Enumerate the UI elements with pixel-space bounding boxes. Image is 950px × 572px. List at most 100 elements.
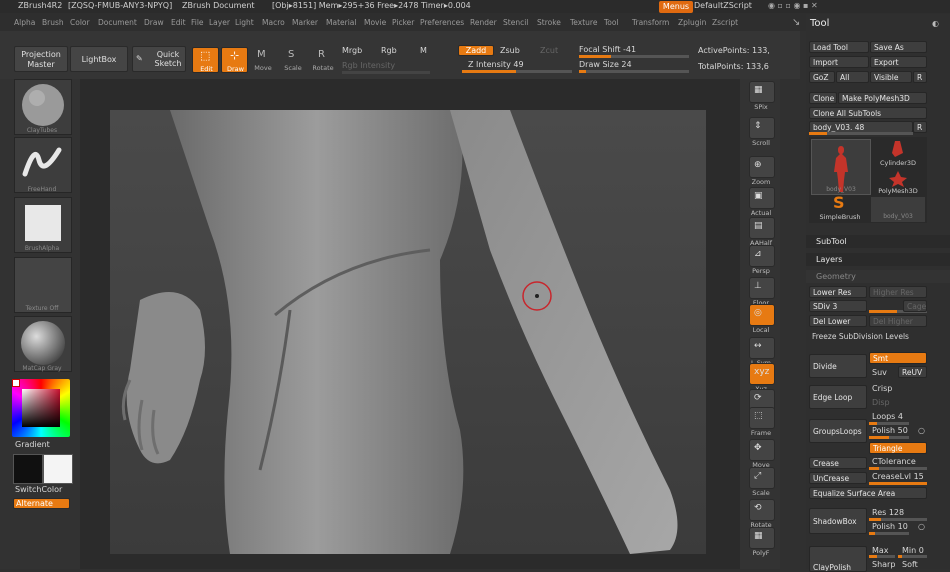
menu-item-edit[interactable]: Edit [171, 18, 186, 27]
loops-slider[interactable]: Loops 4 [872, 412, 903, 421]
tool-r-button[interactable]: R [913, 121, 927, 133]
freeze-subdivision-levels[interactable]: Freeze SubDivision Levels [812, 332, 909, 341]
min-slider-track[interactable] [898, 555, 927, 558]
reuv-button[interactable]: ReUV [898, 366, 927, 378]
crisp-toggle[interactable]: Crisp [872, 384, 892, 393]
shadowbox-res-slider[interactable]: Res 128 [872, 508, 904, 517]
menu-item-stencil[interactable]: Stencil [503, 18, 528, 27]
visible-button[interactable]: Visible [870, 71, 912, 83]
menu-item-light[interactable]: Light [235, 18, 254, 27]
shelf-local-button[interactable]: ◎ [749, 304, 775, 326]
goz-button[interactable]: GoZ [809, 71, 835, 83]
tool-thumb-body[interactable]: body_V03 [811, 139, 871, 195]
smt-toggle[interactable]: Smt [869, 352, 927, 364]
scale-button[interactable]: S Scale [282, 47, 304, 73]
gradient-label[interactable]: Gradient [15, 440, 50, 449]
canvas-viewport[interactable] [110, 110, 706, 554]
clone-button[interactable]: Clone [809, 92, 837, 104]
menu-item-tool[interactable]: Tool [604, 18, 619, 27]
primary-color-swatch[interactable] [13, 454, 43, 484]
menu-item-file[interactable]: File [191, 18, 204, 27]
export-button[interactable]: Export [870, 56, 927, 68]
crease-button[interactable]: Crease [809, 457, 867, 469]
uncrease-button[interactable]: UnCrease [809, 472, 867, 484]
window-controls-icon[interactable]: ◉ ▫ ▫ ◉ ▪ ✕ [768, 1, 818, 10]
shelf-xyz-button[interactable]: xyz [749, 363, 775, 385]
sharp-slider[interactable]: Sharp [872, 560, 895, 569]
shadowbox-res-slider-track[interactable] [869, 518, 927, 521]
tool-thumb-body2[interactable]: body_V03 [871, 197, 925, 222]
del-higher-button[interactable]: Del Higher [869, 315, 927, 327]
tool-thumb-cylinder[interactable]: Cylinder3D [871, 139, 925, 169]
stroke-selector[interactable] [14, 137, 72, 193]
claypolish-button[interactable]: ClayPolish [809, 546, 867, 572]
divide-button[interactable]: Divide [809, 354, 867, 378]
clone-all-subtools-button[interactable]: Clone All SubTools [809, 107, 927, 119]
menu-item-render[interactable]: Render [470, 18, 497, 27]
shadowbox-polish-toggle-icon[interactable]: ○ [918, 522, 925, 531]
lightbox-button[interactable]: LightBox [70, 46, 128, 72]
equalize-surface-area-button[interactable]: Equalize Surface Area [809, 487, 927, 499]
shadowbox-polish-slider[interactable]: Polish 10 [872, 522, 908, 531]
alternate-button[interactable]: Alternate [13, 498, 70, 509]
cage-button[interactable]: Cage [903, 300, 927, 312]
secondary-color-swatch[interactable] [43, 454, 73, 484]
geometry-section[interactable]: Geometry [806, 270, 950, 283]
shelf-l-sym-button[interactable]: ↔ [749, 337, 775, 359]
make-polymesh-button[interactable]: Make PolyMesh3D [838, 92, 927, 104]
edge-loop-button[interactable]: Edge Loop [809, 385, 867, 409]
shelf-persp-button[interactable]: ⊿ [749, 245, 775, 267]
shelf-move-button[interactable]: ✥ [749, 439, 775, 461]
polish-slider-track[interactable] [869, 436, 909, 439]
menu-item-macro[interactable]: Macro [262, 18, 285, 27]
menu-item-alpha[interactable]: Alpha [14, 18, 35, 27]
menu-item-marker[interactable]: Marker [292, 18, 318, 27]
triangle-toggle[interactable]: Triangle [869, 442, 927, 454]
shelf-zoom-button[interactable]: ⊕ [749, 156, 775, 178]
z-intensity-track[interactable] [462, 70, 572, 73]
material-selector[interactable] [14, 316, 72, 372]
draw-size-slider[interactable]: Draw Size 24 [579, 60, 632, 69]
projection-master-button[interactable]: Projection Master [14, 46, 68, 72]
creaselvl-slider[interactable]: CreaseLvl 15 [872, 472, 924, 481]
goz-r-button[interactable]: R [913, 71, 927, 83]
loops-slider-track[interactable] [869, 422, 909, 425]
pin-icon[interactable]: ↘ [792, 17, 800, 28]
menu-item-picker[interactable]: Picker [392, 18, 414, 27]
m-button[interactable]: M [420, 46, 427, 55]
menu-item-movie[interactable]: Movie [364, 18, 386, 27]
rgb-intensity-slider[interactable]: Rgb Intensity [342, 61, 395, 70]
import-button[interactable]: Import [809, 56, 869, 68]
max-slider[interactable]: Max [872, 546, 889, 555]
menu-item-texture[interactable]: Texture [570, 18, 597, 27]
polish-slider[interactable]: Polish 50 [872, 426, 908, 435]
tool-thumb-simplebrush[interactable]: S SimpleBrush [811, 193, 869, 222]
quick-sketch-button[interactable]: ✎ Quick Sketch [132, 46, 186, 72]
groupsloops-button[interactable]: GroupsLoops [809, 419, 867, 443]
shelf-scale-button[interactable]: ⤢ [749, 467, 775, 489]
shelf-scroll-button[interactable]: ⇕ [749, 117, 775, 139]
edit-button[interactable]: ⬚ Edit [192, 47, 219, 73]
shelf-frame-button[interactable]: ⬚ [749, 407, 775, 429]
rotate-button[interactable]: R Rotate [312, 47, 334, 73]
menu-item-document[interactable]: Document [98, 18, 137, 27]
zcut-button[interactable]: Zcut [540, 46, 558, 55]
shadowbox-polish-slider-track[interactable] [869, 532, 909, 535]
subtool-section[interactable]: SubTool [806, 235, 950, 248]
draw-button[interactable]: ⊹ Draw [221, 47, 248, 73]
z-intensity-slider[interactable]: Z Intensity 49 [468, 60, 524, 69]
zsub-button[interactable]: Zsub [500, 46, 520, 55]
min-slider[interactable]: Min 0 [902, 546, 924, 555]
focal-shift-slider[interactable]: Focal Shift -41 [579, 45, 636, 54]
zadd-button[interactable]: Zadd [458, 45, 494, 56]
shadowbox-button[interactable]: ShadowBox [809, 508, 867, 534]
menus-button[interactable]: Menus [659, 1, 693, 13]
menu-item-transform[interactable]: Transform [632, 18, 669, 27]
ctolerance-slider[interactable]: CTolerance [872, 457, 916, 466]
saturation-square[interactable] [22, 389, 60, 427]
move-button[interactable]: M Move [252, 47, 274, 73]
color-picker[interactable] [12, 379, 70, 437]
sdiv-slider[interactable]: SDiv 3 [809, 300, 867, 312]
shelf-rotate-button[interactable]: ⟲ [749, 499, 775, 521]
rgb-button[interactable]: Rgb [381, 46, 397, 55]
